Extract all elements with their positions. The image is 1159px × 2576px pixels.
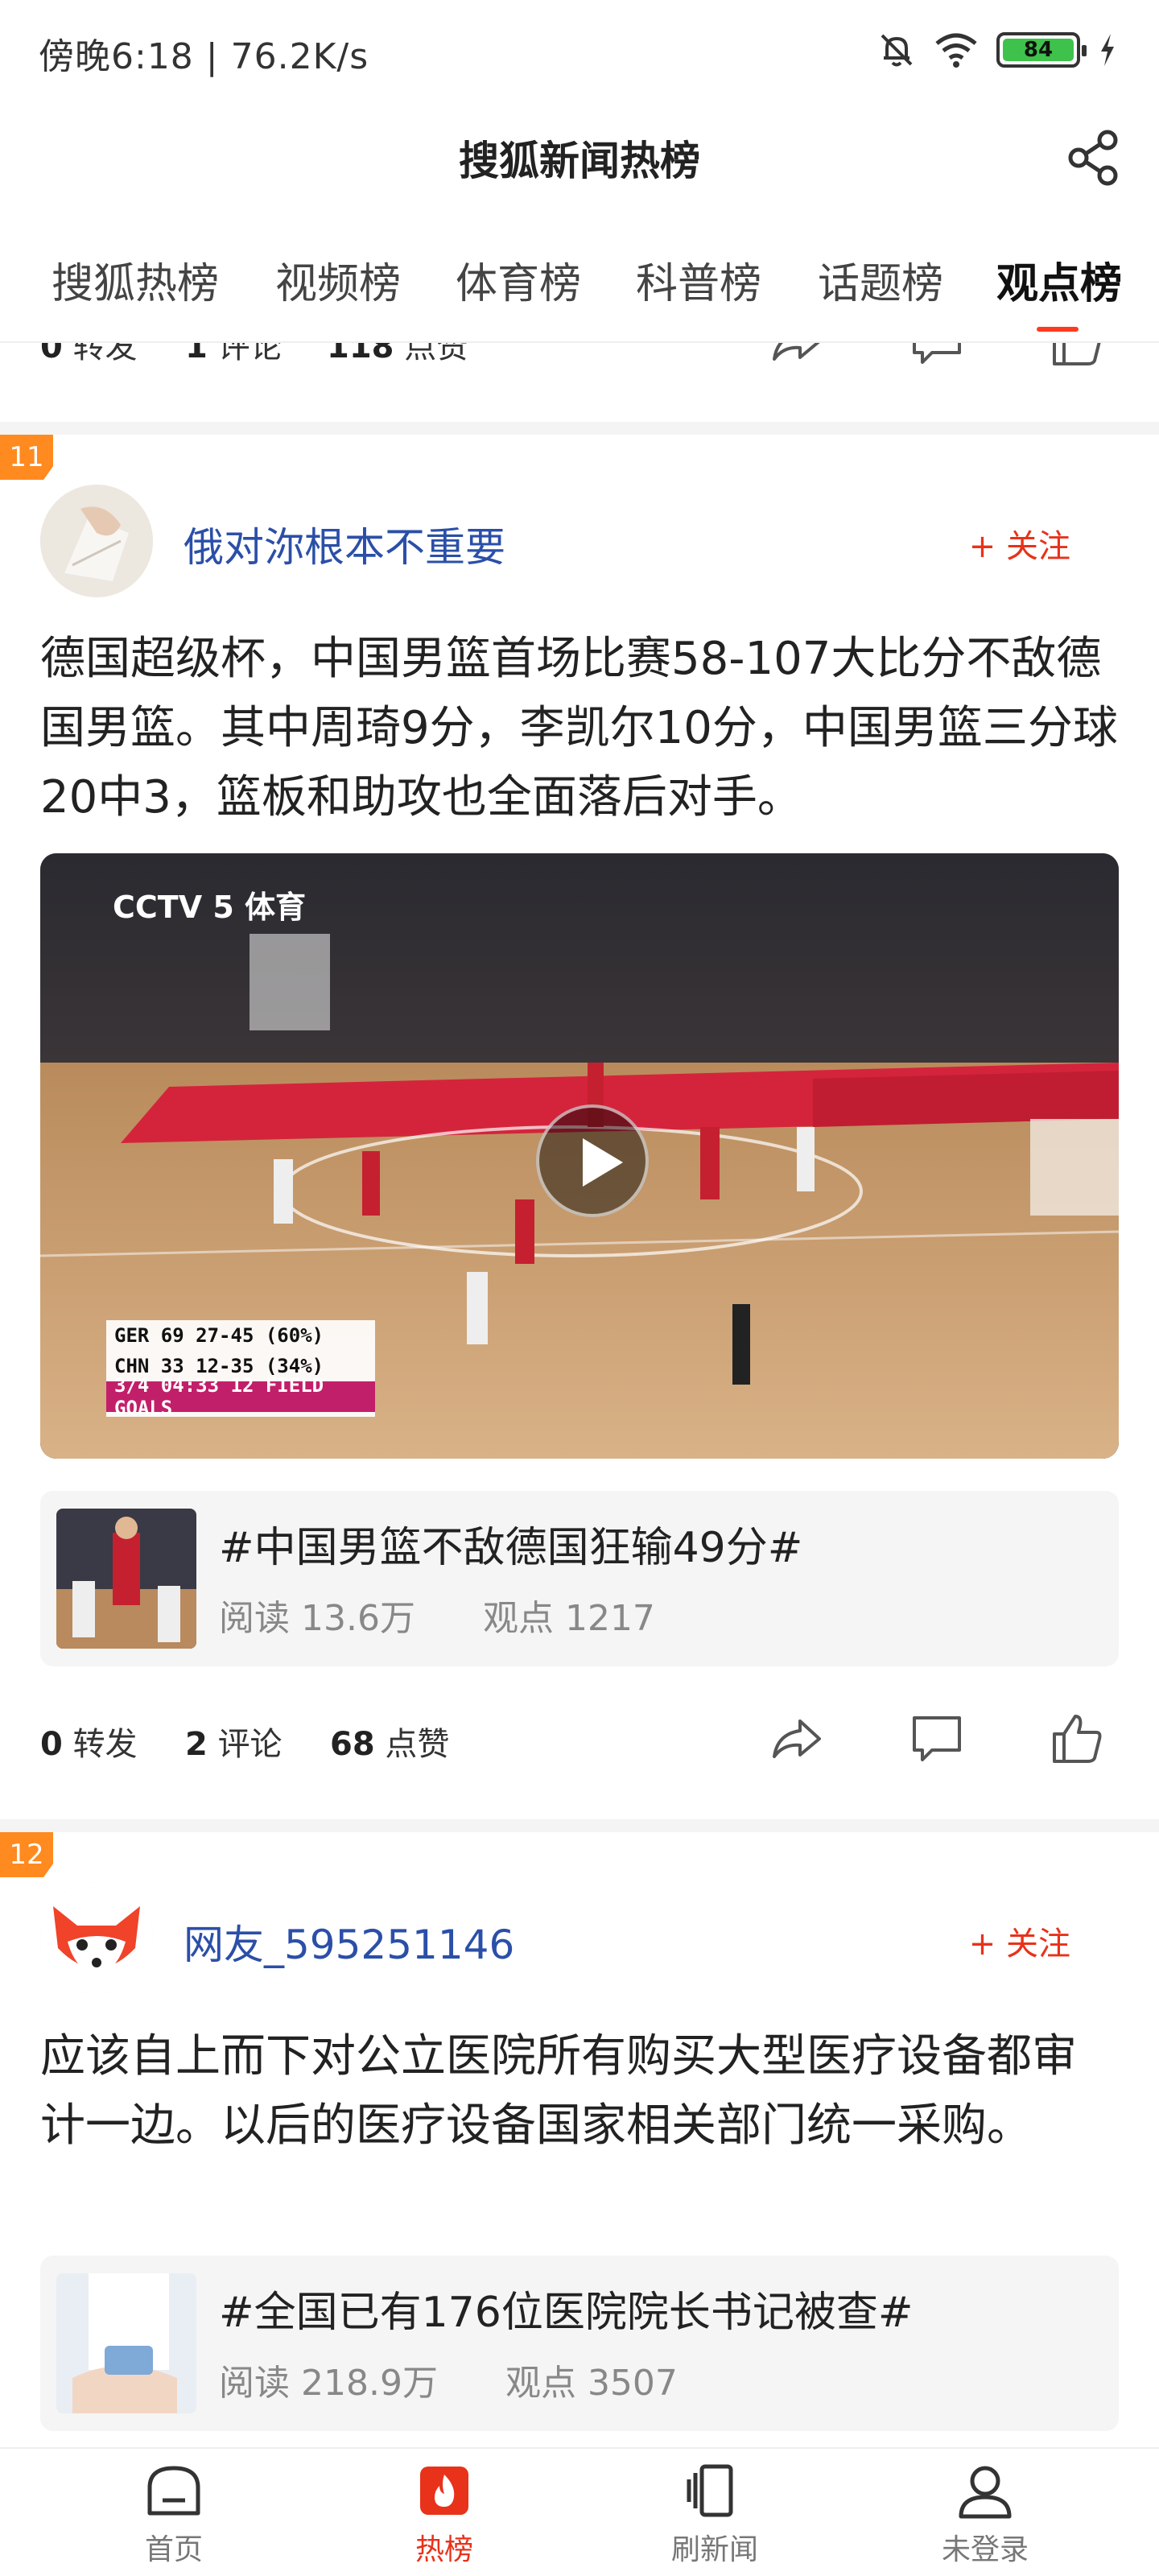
share-arrow-icon[interactable] <box>768 1710 826 1768</box>
ranking-tabs: 搜狐热榜 视频榜 体育榜 科普榜 话题榜 观点榜 <box>0 238 1159 343</box>
post-text[interactable]: 德国超级杯，中国男篮首场比赛58-107大比分不敌德国男篮。其中周琦9分，李凯尔… <box>40 625 1119 832</box>
topic-meta: 阅读 218.9万 观点 3507 <box>219 2354 745 2405</box>
tab-opinions[interactable]: 观点榜 <box>996 250 1122 310</box>
like-count: 68 点赞 <box>330 1726 450 1763</box>
tab-video[interactable]: 视频榜 <box>275 250 401 310</box>
topic-card[interactable]: #全国已有176位医院院长书记被查# 阅读 218.9万 观点 3507 <box>40 2256 1119 2431</box>
topic-views: 观点 1217 <box>482 1598 655 1639</box>
action-row: 0 转发 2 评论 68 点赞 <box>0 1690 1159 1787</box>
scoreboard-row: GER 69 27-45 (60%) <box>114 1324 324 1347</box>
opinion-card[interactable]: 11 俄对沵根本不重要 + 关注 德国超级杯，中国男篮首场比赛58-107大比分… <box>0 435 1159 1819</box>
scoreboard: GER 69 27-45 (60%) CHN 33 12-35 (34%) 3/… <box>106 1320 375 1419</box>
fox-avatar-icon <box>40 1882 153 1995</box>
status-time-speed: 傍晚6:18 | 76.2K/s <box>39 36 369 77</box>
comment-count: 2 评论 <box>185 1726 283 1763</box>
nav-label: 热榜 <box>415 2533 473 2566</box>
tab-sohu-hot[interactable]: 搜狐热榜 <box>52 250 219 310</box>
cards-icon <box>687 2464 733 2517</box>
opinion-card[interactable]: 12 网友_595251146 + 关注 应该自上而下对公立医院所有购买大型医疗… <box>0 1832 1159 2447</box>
topic-reads: 阅读 13.6万 <box>219 1598 415 1639</box>
user-icon <box>959 2466 1012 2519</box>
like-count: 118 点赞 <box>327 343 469 365</box>
nav-profile[interactable]: 未登录 <box>913 2460 1058 2568</box>
tab-sports[interactable]: 体育榜 <box>456 250 581 310</box>
share-icon[interactable] <box>1062 126 1127 190</box>
page-title: 搜狐新闻热榜 <box>459 138 700 184</box>
nav-label: 首页 <box>144 2533 203 2566</box>
divider <box>0 1819 1159 1832</box>
comment-icon[interactable] <box>908 343 966 370</box>
video-channel-logo: CCTV 5 体育 <box>113 890 306 925</box>
follow-button[interactable]: + 关注 <box>969 1918 1070 1964</box>
thumbs-up-icon[interactable] <box>1048 1710 1106 1768</box>
username[interactable]: 俄对沵根本不重要 <box>184 515 505 573</box>
prev-item-action-row: 0 转发 1 评论 118 点赞 <box>0 343 1159 390</box>
topic-reads: 阅读 218.9万 <box>219 2363 438 2404</box>
play-button[interactable] <box>536 1104 649 1217</box>
status-icons: 84 <box>877 31 1117 69</box>
tab-science[interactable]: 科普榜 <box>636 250 761 310</box>
topic-meta: 阅读 13.6万 观点 1217 <box>219 1589 723 1641</box>
nav-label: 未登录 <box>941 2533 1029 2566</box>
topic-views: 观点 3507 <box>505 2363 678 2404</box>
battery-level: 84 <box>1003 38 1074 62</box>
home-icon <box>147 2466 200 2516</box>
mute-bell-icon <box>881 34 913 67</box>
topic-thumbnail <box>56 1509 196 1649</box>
nav-label: 刷新闻 <box>670 2533 758 2566</box>
status-bar: 傍晚6:18 | 76.2K/s 84 <box>0 0 1159 105</box>
video-player[interactable]: CCTV 5 体育 GER 69 27-45 (60%) CHN 33 12-3… <box>40 853 1119 1459</box>
active-tab-indicator <box>1037 327 1079 332</box>
topic-title[interactable]: #全国已有176位医院院长书记被查# <box>219 2278 913 2339</box>
post-text[interactable]: 应该自上而下对公立医院所有购买大型医疗设备都审计一边。以后的医疗设备国家相关部门… <box>40 2022 1119 2161</box>
bottom-nav: 首页 热榜 刷新闻 未登录 <box>0 2447 1159 2576</box>
share-arrow-icon[interactable] <box>768 343 826 370</box>
title-bar: 搜狐新闻热榜 <box>0 105 1159 209</box>
scoreboard-row: 3/4 04:33 12 FIELD GOALS <box>106 1374 375 1419</box>
follow-button[interactable]: + 关注 <box>969 520 1070 567</box>
topic-thumbnail <box>56 2273 196 2413</box>
wifi-icon <box>935 33 977 68</box>
thumbs-up-icon[interactable] <box>1048 343 1106 370</box>
forward-count: 0 转发 <box>40 343 138 365</box>
charging-icon <box>1101 34 1114 66</box>
topic-title[interactable]: #中国男篮不敌德国狂输49分# <box>219 1513 802 1574</box>
nav-hot[interactable]: 热榜 <box>372 2460 517 2568</box>
divider <box>0 422 1159 435</box>
avatar[interactable] <box>40 485 153 597</box>
avatar[interactable] <box>40 1882 153 1995</box>
rank-badge: 11 <box>0 435 53 480</box>
tab-topics[interactable]: 话题榜 <box>818 250 943 310</box>
topic-card[interactable]: #中国男篮不敌德国狂输49分# 阅读 13.6万 观点 1217 <box>40 1491 1119 1666</box>
comment-icon[interactable] <box>908 1710 966 1768</box>
nav-home[interactable]: 首页 <box>101 2460 246 2568</box>
opinion-feed[interactable]: 0 转发 1 评论 118 点赞 11 俄对沵根本不重要 + 关注 德国超级杯，… <box>0 343 1159 2447</box>
username[interactable]: 网友_595251146 <box>184 1913 514 1971</box>
battery-icon: 84 <box>996 32 1087 68</box>
flame-icon <box>420 2467 468 2515</box>
forward-count: 0 转发 <box>40 1726 138 1763</box>
nav-refresh-news[interactable]: 刷新闻 <box>642 2460 787 2568</box>
rank-badge: 12 <box>0 1832 53 1877</box>
comment-count: 1 评论 <box>185 343 283 365</box>
